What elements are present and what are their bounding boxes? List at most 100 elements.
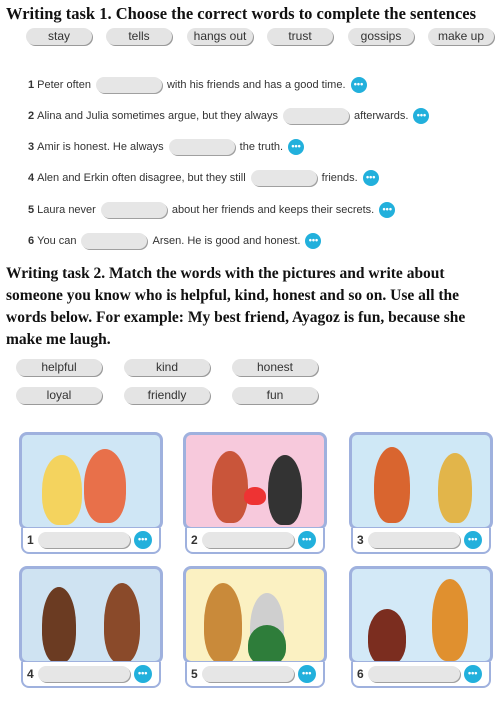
picture-card-3: 3 ••• [347,432,495,556]
sentence-text-before: Alen and Erkin often disagree, but they … [37,172,246,184]
picture-number: 1 [27,533,34,547]
illustration [349,432,493,530]
picture-number: 3 [357,533,364,547]
answer-blank[interactable] [168,139,235,155]
speech-dots-icon[interactable]: ••• [350,77,367,93]
sentence-text-after: afterwards. [354,110,409,122]
sentence-number: 6 [28,235,35,247]
sentence-text-after: friends. [321,172,358,184]
answer-blank[interactable] [37,666,130,682]
illustration [183,432,327,530]
picture-number: 2 [191,533,198,547]
illustration [19,432,163,530]
person-figure [432,579,468,661]
answer-blank[interactable] [283,108,350,124]
picture-number: 4 [27,667,34,681]
sentence-number: 1 [28,79,35,91]
answer-blank[interactable] [81,233,148,249]
person-figure [42,587,76,661]
sentence-6: 6 You can Arsen. He is good and honest. … [28,232,322,250]
sentence-1: 1 Peter often with his friends and has a… [28,76,367,94]
sentence-number: 3 [28,141,35,153]
answer-blank[interactable] [100,202,167,218]
answer-blank[interactable] [201,666,294,682]
answer-blank[interactable] [250,170,317,186]
sentence-number: 4 [28,172,35,184]
picture-card-6: 6 ••• [347,566,495,690]
speech-dots-icon[interactable]: ••• [297,665,316,683]
speech-dots-icon[interactable]: ••• [413,108,430,124]
answer-blank[interactable] [201,532,294,548]
word-chip[interactable]: gossips [348,28,414,45]
answer-blank[interactable] [367,532,460,548]
picture-number: 5 [191,667,198,681]
speech-dots-icon[interactable]: ••• [297,531,316,549]
task2-heading: Writing task 2. Match the words with the… [6,263,465,351]
answer-blank[interactable] [37,532,130,548]
speech-dots-icon[interactable]: ••• [133,665,152,683]
sentence-text-after: the truth. [239,141,284,153]
person-figure [104,583,140,661]
speech-dots-icon[interactable]: ••• [379,202,396,218]
speech-dots-icon[interactable]: ••• [362,170,379,186]
answer-bar: 5 ••• [185,662,325,688]
sentence-text-before: Laura never [37,204,96,216]
word-chip[interactable]: fun [232,387,318,404]
illustration [19,566,163,664]
sentence-4: 4 Alen and Erkin often disagree, but the… [28,169,379,187]
sentence-number: 5 [28,204,35,216]
person-figure [42,455,82,525]
person-figure [212,451,248,523]
task2-heading-line: Writing task 2. Match the words with the… [6,265,445,282]
person-figure [374,447,410,523]
sentence-number: 2 [28,110,35,122]
picture-card-5: 5 ••• [181,566,329,690]
picture-card-2: 2 ••• [181,432,329,556]
sentence-text-before: Peter often [37,79,91,91]
word-chip[interactable]: honest [232,359,318,376]
sentence-text-after: Arsen. He is good and honest. [152,235,301,247]
sentence-2: 2 Alina and Julia sometimes argue, but t… [28,107,430,125]
person-figure [244,487,266,505]
person-figure [268,455,302,525]
word-chip[interactable]: helpful [16,359,102,376]
illustration [349,566,493,664]
speech-dots-icon[interactable]: ••• [463,665,482,683]
word-chip[interactable]: stay [26,28,92,45]
sentence-5: 5 Laura never about her friends and keep… [28,201,396,219]
person-figure [248,625,286,661]
word-chip[interactable]: trust [267,28,333,45]
person-figure [84,449,126,523]
task2-heading-line: make me laugh. [6,331,111,348]
word-chip[interactable]: hangs out [187,28,253,45]
picture-card-4: 4 ••• [17,566,165,690]
sentence-text-before: Alina and Julia sometimes argue, but the… [37,110,279,122]
answer-bar: 2 ••• [185,528,325,554]
word-chip[interactable]: loyal [16,387,102,404]
word-chip[interactable]: friendly [124,387,210,404]
task1-heading: Writing task 1. Choose the correct words… [6,4,477,23]
answer-bar: 6 ••• [351,662,491,688]
person-figure [204,583,242,661]
illustration [183,566,327,664]
sentence-text-before: You can [37,235,77,247]
picture-number: 6 [357,667,364,681]
speech-dots-icon[interactable]: ••• [133,531,152,549]
task2-heading-line: someone you know who is helpful, kind, h… [6,287,460,304]
word-chip[interactable]: make up [428,28,494,45]
picture-card-1: 1 ••• [17,432,165,556]
speech-dots-icon[interactable]: ••• [288,139,305,155]
speech-dots-icon[interactable]: ••• [305,233,322,249]
answer-bar: 3 ••• [351,528,491,554]
person-figure [368,609,406,661]
sentence-text-before: Amir is honest. He always [37,141,164,153]
speech-dots-icon[interactable]: ••• [463,531,482,549]
person-figure [438,453,472,523]
answer-bar: 1 ••• [21,528,161,554]
answer-blank[interactable] [95,77,162,93]
word-chip[interactable]: tells [106,28,172,45]
sentence-3: 3 Amir is honest. He always the truth. •… [28,138,305,156]
answer-blank[interactable] [367,666,460,682]
answer-bar: 4 ••• [21,662,161,688]
word-chip[interactable]: kind [124,359,210,376]
